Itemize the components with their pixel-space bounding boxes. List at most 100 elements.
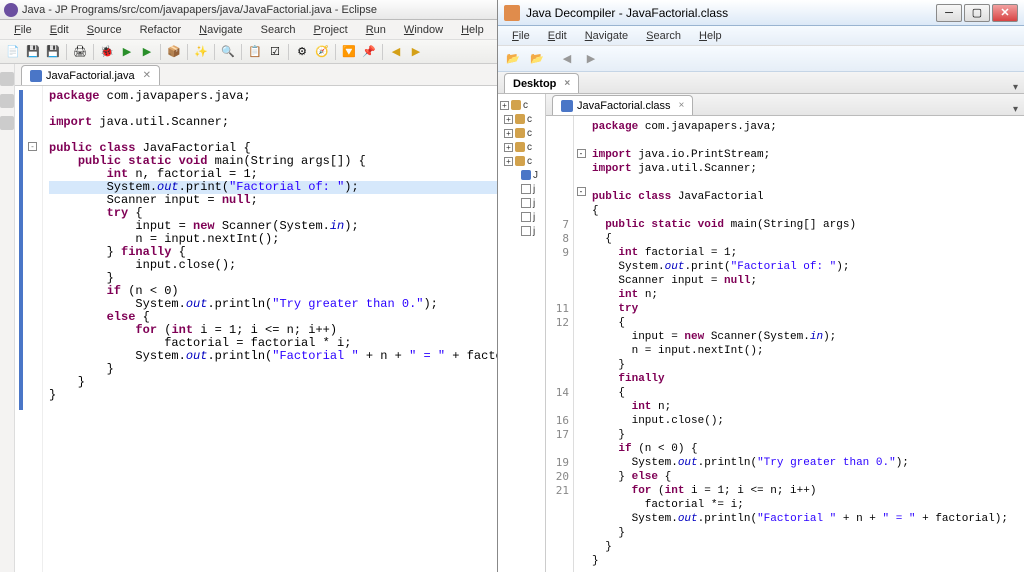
nav-icon[interactable]: 🧭 bbox=[313, 43, 331, 61]
jd-menu-edit[interactable]: Edit bbox=[540, 28, 575, 44]
menu-edit[interactable]: Edit bbox=[42, 22, 77, 38]
eclipse-code-area[interactable]: - package com.javapapers.java; import ja… bbox=[15, 86, 497, 572]
jd-menu-help[interactable]: Help bbox=[691, 28, 730, 44]
eclipse-side-rail bbox=[0, 64, 15, 572]
jd-file-tabbar: JavaFactorial.class × ▾ bbox=[546, 94, 1024, 116]
save-icon[interactable]: 💾 bbox=[24, 43, 42, 61]
pin-icon[interactable]: 📌 bbox=[360, 43, 378, 61]
java-file-icon bbox=[30, 70, 42, 82]
desktop-tab-label: Desktop bbox=[513, 78, 556, 90]
tree-item-label: c bbox=[527, 128, 532, 139]
open-file-icon[interactable]: 📂 bbox=[504, 50, 522, 68]
print-icon[interactable]: 🖨 bbox=[71, 43, 89, 61]
open-type-icon[interactable]: 📂 bbox=[528, 50, 546, 68]
jd-desktop-tab[interactable]: Desktop × bbox=[504, 73, 579, 93]
tree-item[interactable]: +c bbox=[500, 98, 543, 112]
source-code[interactable]: package com.javapapers.java; import java… bbox=[43, 86, 497, 572]
expand-icon[interactable] bbox=[510, 171, 519, 180]
nav-back-icon[interactable]: ◀ bbox=[558, 50, 576, 68]
menu-run[interactable]: Run bbox=[358, 22, 394, 38]
tab-menu-icon[interactable]: ▾ bbox=[1013, 82, 1018, 93]
jd-titlebar[interactable]: Java Decompiler - JavaFactorial.class ─ … bbox=[498, 0, 1024, 26]
run-icon[interactable]: ▶ bbox=[118, 43, 136, 61]
package-icon bbox=[515, 156, 525, 166]
tab-close-icon[interactable]: ✕ bbox=[143, 70, 151, 81]
jd-menu-navigate[interactable]: Navigate bbox=[577, 28, 636, 44]
fold-import-icon[interactable]: - bbox=[577, 149, 586, 158]
file-icon bbox=[521, 226, 531, 236]
expand-icon[interactable] bbox=[510, 185, 519, 194]
expand-icon[interactable]: + bbox=[504, 143, 513, 152]
jd-window: Java Decompiler - JavaFactorial.class ─ … bbox=[498, 0, 1024, 572]
menu-file[interactable]: File bbox=[6, 22, 40, 38]
decompiled-code[interactable]: package com.javapapers.java; import java… bbox=[588, 116, 1024, 572]
expand-icon[interactable] bbox=[510, 199, 519, 208]
expand-icon[interactable] bbox=[510, 227, 519, 236]
tree-item[interactable]: +c bbox=[500, 154, 543, 168]
expand-icon[interactable]: + bbox=[500, 101, 509, 110]
outline-icon[interactable]: 📋 bbox=[246, 43, 264, 61]
eclipse-title: Java - JP Programs/src/com/javapapers/ja… bbox=[22, 4, 377, 16]
tree-item-label: c bbox=[527, 156, 532, 167]
jd-app-icon bbox=[504, 5, 520, 21]
restore-view-icon[interactable] bbox=[0, 72, 14, 86]
close-button[interactable]: ✕ bbox=[992, 4, 1018, 22]
back-icon[interactable]: ◀ bbox=[387, 43, 405, 61]
file-tab-label: JavaFactorial.class bbox=[577, 100, 671, 112]
jd-file-tab[interactable]: JavaFactorial.class × bbox=[552, 95, 693, 115]
expand-icon[interactable]: + bbox=[504, 129, 513, 138]
jd-menu-search[interactable]: Search bbox=[638, 28, 689, 44]
tree-item[interactable]: j bbox=[500, 224, 543, 238]
tab-label: JavaFactorial.java bbox=[46, 70, 135, 82]
tree-item[interactable]: +c bbox=[500, 126, 543, 140]
wand-icon[interactable]: ✨ bbox=[192, 43, 210, 61]
maximize-button[interactable]: ▢ bbox=[964, 4, 990, 22]
expand-icon[interactable]: + bbox=[504, 115, 513, 124]
menu-window[interactable]: Window bbox=[396, 22, 451, 38]
menu-project[interactable]: Project bbox=[305, 22, 355, 38]
menu-source[interactable]: Source bbox=[79, 22, 130, 38]
saveall-icon[interactable]: 💾 bbox=[44, 43, 62, 61]
tree-item[interactable]: j bbox=[500, 182, 543, 196]
menu-refactor[interactable]: Refactor bbox=[132, 22, 190, 38]
new-pkg-icon[interactable]: 📦 bbox=[165, 43, 183, 61]
file-tab-menu-icon[interactable]: ▾ bbox=[1013, 104, 1018, 115]
nav-fwd-icon[interactable]: ▶ bbox=[582, 50, 600, 68]
filter-icon[interactable]: 🔽 bbox=[340, 43, 358, 61]
task-icon[interactable]: ☑ bbox=[266, 43, 284, 61]
palette-icon[interactable] bbox=[0, 94, 14, 108]
jd-toolbar: 📂 📂 ◀ ▶ bbox=[498, 46, 1024, 72]
jd-menu-file[interactable]: File bbox=[504, 28, 538, 44]
menu-help[interactable]: Help bbox=[453, 22, 492, 38]
tree-item-label: J bbox=[533, 170, 538, 181]
eclipse-titlebar[interactable]: Java - JP Programs/src/com/javapapers/ja… bbox=[0, 0, 497, 20]
expand-icon[interactable]: + bbox=[504, 157, 513, 166]
package-icon bbox=[515, 128, 525, 138]
fold-class-icon[interactable]: - bbox=[577, 187, 586, 196]
fold-gutter[interactable]: - bbox=[23, 86, 43, 572]
expand-icon[interactable] bbox=[510, 213, 519, 222]
debug-icon[interactable]: 🐞 bbox=[98, 43, 116, 61]
menu-search[interactable]: Search bbox=[253, 22, 304, 38]
tree-item-label: c bbox=[523, 100, 528, 111]
file-tab-close-icon[interactable]: × bbox=[679, 100, 685, 111]
search-icon[interactable]: 🔍 bbox=[219, 43, 237, 61]
editor-tab[interactable]: JavaFactorial.java ✕ bbox=[21, 65, 160, 85]
fold-toggle-icon[interactable]: - bbox=[28, 142, 37, 151]
jd-tree[interactable]: +c+c+c+c+cJjjjj bbox=[498, 94, 546, 572]
new-icon[interactable]: 📄 bbox=[4, 43, 22, 61]
desktop-tab-close-icon[interactable]: × bbox=[564, 78, 570, 89]
tree-item[interactable]: j bbox=[500, 210, 543, 224]
jd-fold-gutter[interactable]: - - bbox=[574, 116, 588, 572]
tree-item[interactable]: j bbox=[500, 196, 543, 210]
menu-navigate[interactable]: Navigate bbox=[191, 22, 250, 38]
jd-code-area[interactable]: 7 8 9 11 12 14 16 17 19 20 21 - - packag… bbox=[546, 116, 1024, 572]
fwd-icon[interactable]: ▶ bbox=[407, 43, 425, 61]
tree-item[interactable]: +c bbox=[500, 140, 543, 154]
props-icon[interactable] bbox=[0, 116, 14, 130]
runext-icon[interactable]: ▶ bbox=[138, 43, 156, 61]
minimize-button[interactable]: ─ bbox=[936, 4, 962, 22]
tree-item[interactable]: +c bbox=[500, 112, 543, 126]
tree-item[interactable]: J bbox=[500, 168, 543, 182]
toggle-icon[interactable]: ⚙ bbox=[293, 43, 311, 61]
